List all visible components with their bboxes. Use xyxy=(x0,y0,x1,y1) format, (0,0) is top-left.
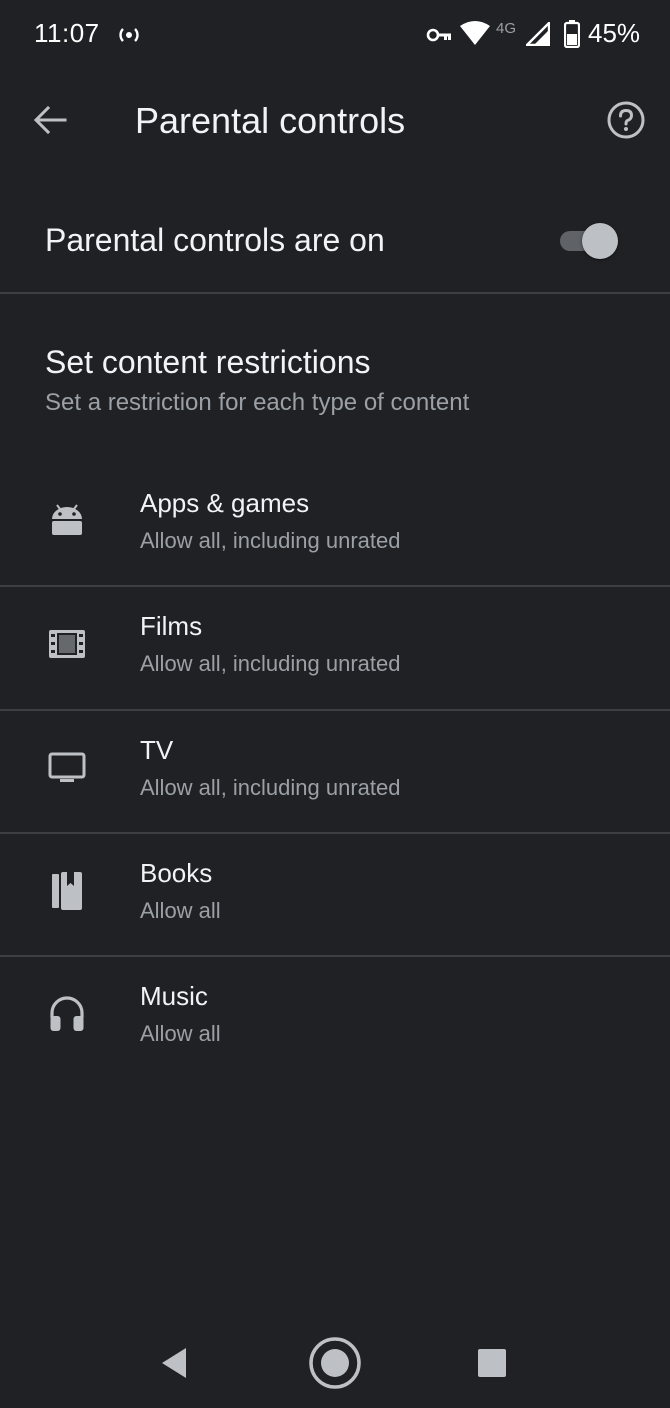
app-bar: Parental controls xyxy=(0,80,670,164)
nav-recents-icon[interactable] xyxy=(476,1347,508,1379)
list-item-apps-games[interactable]: Apps & games Allow all, including unrate… xyxy=(0,464,670,586)
battery-icon xyxy=(563,20,581,49)
navigation-bar xyxy=(0,1318,670,1408)
parental-controls-switch[interactable] xyxy=(558,222,620,260)
nav-back-icon[interactable] xyxy=(156,1344,194,1382)
film-icon xyxy=(46,623,88,665)
help-button[interactable] xyxy=(602,98,650,146)
section-title: Set content restrictions xyxy=(45,344,371,380)
headphones-icon xyxy=(46,993,88,1035)
arrow-back-icon xyxy=(33,105,67,140)
back-button[interactable] xyxy=(22,94,78,150)
hotspot-icon xyxy=(116,22,142,48)
network-type: 4G xyxy=(496,20,517,37)
tv-icon xyxy=(46,747,88,789)
nav-home-icon[interactable] xyxy=(308,1336,362,1390)
status-bar: 11:07 4G 45% xyxy=(0,0,670,70)
list-item-title: Apps & games xyxy=(140,488,310,518)
list-item-title: Music xyxy=(140,981,208,1011)
switch-thumb xyxy=(582,223,618,259)
list-item-subtitle: Allow all xyxy=(140,898,221,923)
list-item-films[interactable]: Films Allow all, including unrated xyxy=(0,587,670,709)
list-item-subtitle: Allow all xyxy=(140,1021,221,1046)
section-subtitle: Set a restriction for each type of conte… xyxy=(45,389,470,416)
signal-icon xyxy=(524,20,551,47)
battery-percent: 45% xyxy=(588,18,641,48)
list-item-subtitle: Allow all, including unrated xyxy=(140,775,401,800)
parental-controls-status-label: Parental controls are on xyxy=(45,222,385,258)
list-item-subtitle: Allow all, including unrated xyxy=(140,528,401,553)
list-item-subtitle: Allow all, including unrated xyxy=(140,651,401,676)
help-icon xyxy=(606,100,646,145)
list-item-title: Films xyxy=(140,611,203,641)
list-item-music[interactable]: Music Allow all xyxy=(0,957,670,1079)
parental-controls-toggle-row[interactable]: Parental controls are on xyxy=(0,190,670,292)
status-time: 11:07 xyxy=(34,18,100,48)
vpn-key-icon xyxy=(426,24,452,46)
book-icon xyxy=(46,870,88,912)
list-item-tv[interactable]: TV Allow all, including unrated xyxy=(0,711,670,833)
android-icon xyxy=(46,500,88,542)
page-title: Parental controls xyxy=(135,100,406,141)
list-item-title: TV xyxy=(140,735,174,765)
wifi-icon xyxy=(460,20,490,46)
list-item-title: Books xyxy=(140,858,213,888)
list-item-books[interactable]: Books Allow all xyxy=(0,834,670,956)
divider xyxy=(0,292,670,294)
